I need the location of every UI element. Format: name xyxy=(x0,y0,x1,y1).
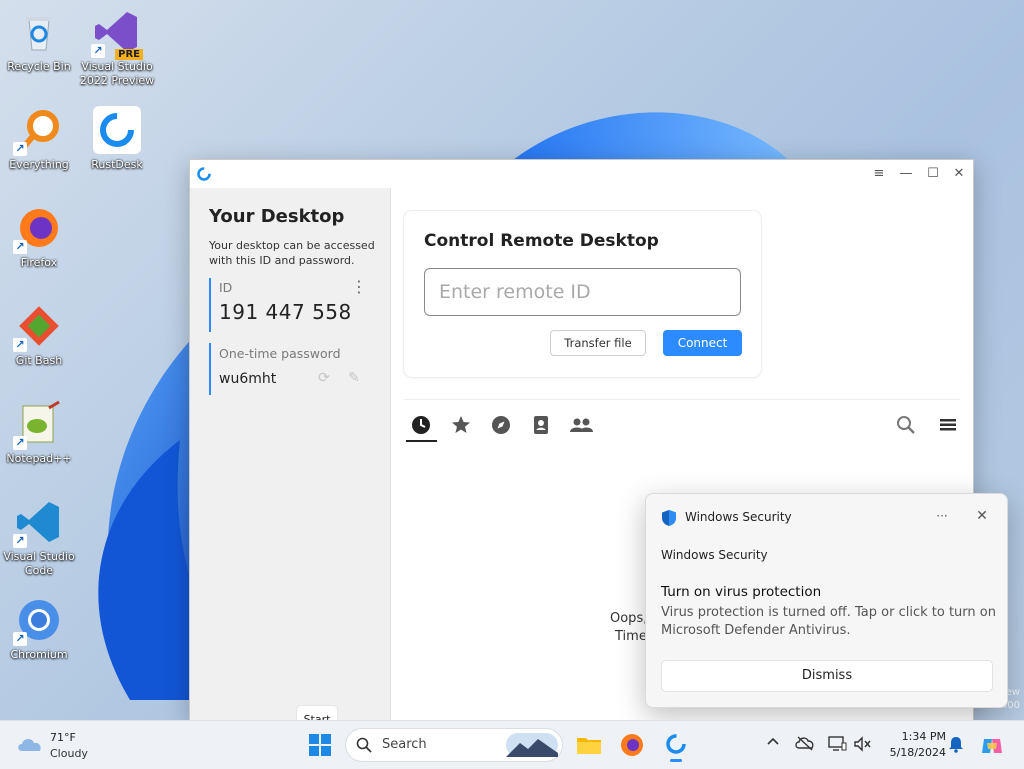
preview-badge: PRE xyxy=(115,49,143,60)
shortcut-arrow-icon: ↗ xyxy=(13,632,27,646)
chevron-up-icon[interactable] xyxy=(763,735,783,755)
toast-more-icon[interactable]: ··· xyxy=(931,506,953,526)
firefox-icon[interactable] xyxy=(614,727,650,763)
password-block: One-time password wu6mht ⟳ ✎ xyxy=(209,343,371,395)
panel-title: Your Desktop xyxy=(209,206,345,227)
desktop-icon-rustdesk[interactable]: RustDesk xyxy=(78,106,156,172)
title-bar[interactable]: ≡ — ☐ ✕ xyxy=(190,160,973,188)
weather-temp: 71°F xyxy=(50,731,76,744)
display-icon[interactable] xyxy=(827,735,847,755)
desktop-icon-git-bash[interactable]: ↗ Git Bash xyxy=(0,302,78,368)
recent-icon[interactable] xyxy=(405,410,437,442)
start-icon[interactable] xyxy=(302,727,338,763)
chromium-icon: ↗ xyxy=(13,596,63,646)
search-highlight-image xyxy=(506,733,558,757)
more-options-icon[interactable]: ⋮ xyxy=(351,278,367,298)
id-caption: ID xyxy=(219,280,233,295)
cloud-offline-icon[interactable] xyxy=(795,735,815,755)
shield-icon xyxy=(661,509,677,527)
desktop-icon-everything[interactable]: ↗ Everything xyxy=(0,106,78,172)
rustdesk-icon xyxy=(93,106,141,154)
address-book-icon[interactable] xyxy=(525,410,557,440)
vscode-icon: ↗ xyxy=(13,498,63,548)
recycle-bin-icon xyxy=(15,8,63,56)
menu-icon[interactable]: ≡ xyxy=(868,164,890,184)
weather-condition: Cloudy xyxy=(50,747,88,760)
transfer-file-button[interactable]: Transfer file xyxy=(550,330,646,356)
shortcut-arrow-icon: ↗ xyxy=(13,338,27,352)
search-placeholder: Search xyxy=(382,737,427,752)
dismiss-button[interactable]: Dismiss xyxy=(661,660,993,692)
security-notification[interactable]: Windows Security ··· ✕ Windows Security … xyxy=(645,493,1008,708)
password-value[interactable]: wu6mht xyxy=(219,371,276,387)
taskbar-search[interactable]: Search xyxy=(346,729,562,761)
control-remote-card: Control Remote Desktop Transfer file Con… xyxy=(404,211,761,377)
git-bash-icon: ↗ xyxy=(13,302,63,352)
your-desktop-panel: Your Desktop Your desktop can be accesse… xyxy=(190,188,391,734)
desktop-icon-visual-studio[interactable]: PRE ↗ Visual Studio 2022 Preview xyxy=(78,8,156,88)
weather-widget[interactable]: 71°F Cloudy xyxy=(14,729,134,761)
shortcut-arrow-icon: ↗ xyxy=(13,142,27,156)
id-block: ID 191 447 558 ⋮ xyxy=(209,278,371,332)
clock-time: 1:34 PM xyxy=(901,730,946,743)
clock[interactable]: 1:34 PM 5/18/2024 xyxy=(876,729,946,761)
toast-body: Virus protection is turned off. Tap or c… xyxy=(661,605,996,638)
minimize-button[interactable]: — xyxy=(895,164,917,184)
notepadpp-icon: ↗ xyxy=(13,400,63,450)
taskbar: 71°F Cloudy Search 1:34 PM 5/18/2024 xyxy=(0,720,1024,769)
discovered-icon[interactable] xyxy=(485,410,517,440)
firefox-icon: ↗ xyxy=(13,204,63,254)
desktop-icon-firefox[interactable]: ↗ Firefox xyxy=(0,204,78,270)
card-title: Control Remote Desktop xyxy=(424,231,659,251)
favorites-icon[interactable] xyxy=(445,410,477,440)
edit-icon[interactable]: ✎ xyxy=(345,369,363,387)
shortcut-arrow-icon: ↗ xyxy=(13,240,27,254)
empty-state-message: Oops, Time xyxy=(610,610,647,646)
cloud-icon xyxy=(16,735,44,753)
list-view-icon[interactable] xyxy=(937,414,959,436)
visual-studio-icon: PRE ↗ xyxy=(91,8,143,60)
password-caption: One-time password xyxy=(219,346,341,361)
speaker-icon[interactable] xyxy=(852,735,872,755)
shortcut-arrow-icon: ↗ xyxy=(91,44,105,58)
desktop-icon-vscode[interactable]: ↗ Visual Studio Code xyxy=(0,498,78,578)
desktop-icons: Recycle Bin PRE ↗ Visual Studio 2022 Pre… xyxy=(0,0,160,720)
shortcut-arrow-icon: ↗ xyxy=(13,534,27,548)
connect-button[interactable]: Connect xyxy=(663,330,742,356)
desktop-icon-notepadpp[interactable]: ↗ Notepad++ xyxy=(0,400,78,466)
toast-title: Turn on virus protection xyxy=(661,584,822,600)
toast-app-name: Windows Security xyxy=(685,510,792,524)
panel-description: Your desktop can be accessed with this I… xyxy=(209,239,375,267)
group-icon[interactable] xyxy=(565,410,597,440)
empty-line-2: Time xyxy=(615,629,647,644)
copilot-icon[interactable] xyxy=(980,735,1004,755)
notification-bell-icon[interactable] xyxy=(946,735,966,755)
desktop-icon-recycle-bin[interactable]: Recycle Bin xyxy=(0,8,78,74)
close-button[interactable]: ✕ xyxy=(948,164,970,184)
everything-icon: ↗ xyxy=(13,106,63,156)
refresh-icon[interactable]: ⟳ xyxy=(315,369,333,387)
file-explorer-icon[interactable] xyxy=(571,727,607,763)
id-value[interactable]: 191 447 558 xyxy=(219,300,352,324)
shortcut-arrow-icon: ↗ xyxy=(13,436,27,450)
desktop-icon-chromium[interactable]: ↗ Chromium xyxy=(0,596,78,662)
maximize-button[interactable]: ☐ xyxy=(922,164,944,184)
toast-close-button[interactable]: ✕ xyxy=(971,506,993,526)
empty-line-1: Oops, xyxy=(610,611,648,626)
rustdesk-icon[interactable] xyxy=(658,727,694,763)
search-icon[interactable] xyxy=(895,414,917,436)
search-icon xyxy=(356,737,372,753)
clock-date: 5/18/2024 xyxy=(889,746,946,759)
rustdesk-logo-icon xyxy=(196,166,212,182)
toast-sub-header: Windows Security xyxy=(661,548,768,562)
divider xyxy=(404,399,960,400)
remote-id-input[interactable] xyxy=(424,268,741,316)
